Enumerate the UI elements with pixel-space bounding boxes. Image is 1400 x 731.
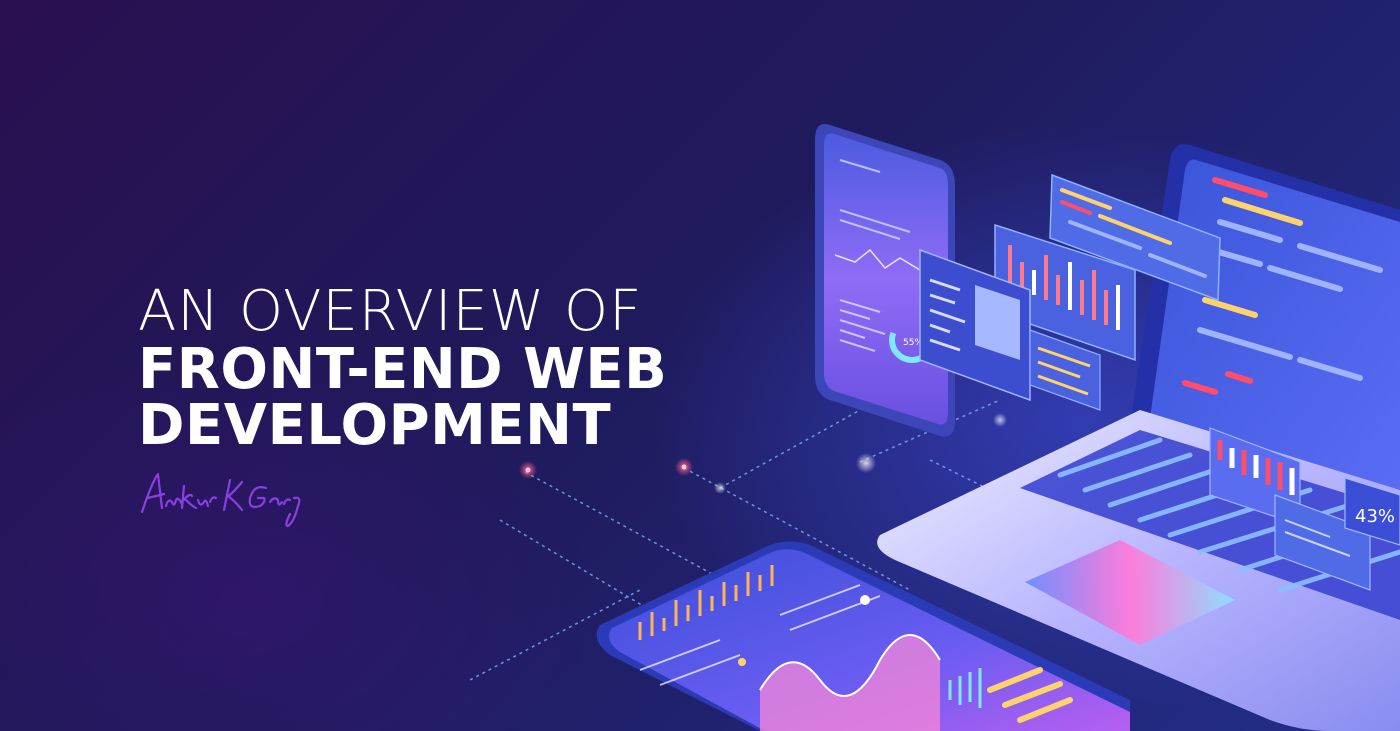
- laptop-gauge-label: 43%: [1355, 506, 1395, 527]
- title-line-front-end-web: FRONT-END WEB: [138, 337, 668, 402]
- author-signature: [140, 472, 301, 528]
- hero-banner: 55% 43% AN OVERVIEW OF FRONT-END WEB DEV…: [0, 0, 1400, 731]
- page-title: AN OVERVIEW OF FRONT-END WEB DEVELOPMENT: [138, 282, 818, 454]
- title-line-development: DEVELOPMENT: [138, 393, 612, 458]
- title-line-overview: AN OVERVIEW OF: [138, 279, 643, 344]
